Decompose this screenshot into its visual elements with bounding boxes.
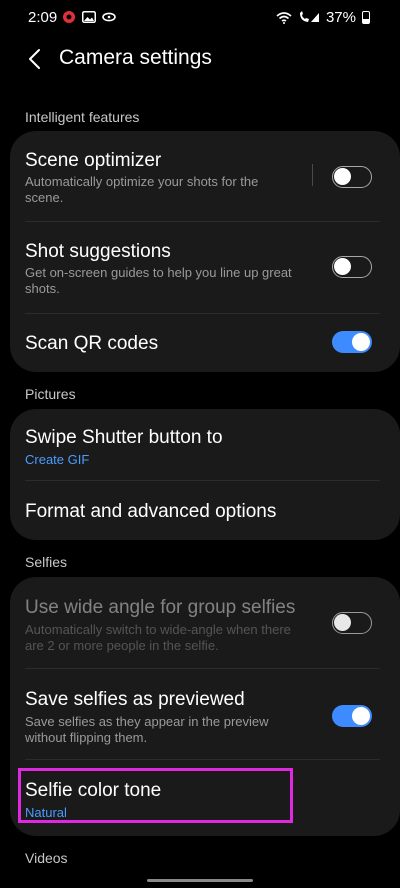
battery-percent: 37% [325, 9, 356, 26]
wifi-icon [276, 11, 292, 24]
shot-suggestions-toggle[interactable] [332, 256, 372, 278]
shot-suggestions-desc-1: Get on-screen guides to help you line up… [25, 265, 292, 280]
shot-suggestions-desc-2: shots. [25, 281, 60, 296]
save-previewed-row[interactable]: Save selfies as previewed Save selfies a… [10, 669, 400, 759]
save-previewed-title: Save selfies as previewed [25, 689, 245, 710]
status-bar: 2:09 37% [0, 0, 400, 34]
app-header: Camera settings [0, 40, 400, 78]
scene-optimizer-toggle[interactable] [332, 166, 372, 188]
home-indicator[interactable] [147, 879, 253, 882]
status-time: 2:09 [28, 9, 58, 26]
scene-optimizer-desc-2: scene. [25, 190, 64, 205]
page-title: Camera settings [59, 46, 212, 69]
scene-optimizer-row[interactable]: Scene optimizer Automatically optimize y… [10, 131, 400, 221]
swipe-shutter-title: Swipe Shutter button to [25, 427, 223, 448]
scene-optimizer-title: Scene optimizer [25, 150, 162, 171]
scan-qr-codes-toggle[interactable] [332, 331, 372, 353]
swipe-shutter-row[interactable]: Swipe Shutter button to Create GIF [10, 409, 400, 479]
shot-suggestions-title: Shot suggestions [25, 241, 171, 262]
scan-qr-codes-row[interactable]: Scan QR codes [10, 314, 400, 372]
sync-icon [102, 12, 116, 22]
pictures-card: Swipe Shutter button to Create GIF Forma… [10, 409, 400, 540]
save-previewed-desc-2: without flipping them. [25, 730, 148, 745]
wide-angle-toggle[interactable] [332, 612, 372, 634]
highlight-box [18, 768, 293, 823]
wide-angle-desc-2: are 2 or more people in the selfie. [25, 638, 219, 653]
image-icon [82, 11, 96, 23]
wide-angle-desc-1: Automatically switch to wide-angle when … [25, 622, 291, 637]
intelligent-features-card: Scene optimizer Automatically optimize y… [10, 131, 400, 372]
format-options-title: Format and advanced options [25, 501, 277, 522]
wide-angle-title: Use wide angle for group selfies [25, 597, 296, 618]
notification-app-icon [63, 11, 75, 23]
section-intelligent-features: Intelligent features [25, 109, 140, 125]
save-previewed-desc-1: Save selfies as they appear in the previ… [25, 714, 269, 729]
save-previewed-toggle[interactable] [332, 705, 372, 727]
wifi-calling-icon [299, 11, 319, 22]
scan-qr-codes-title: Scan QR codes [25, 333, 159, 354]
section-pictures: Pictures [25, 386, 76, 402]
scene-optimizer-desc-1: Automatically optimize your shots for th… [25, 174, 259, 189]
swipe-shutter-value: Create GIF [25, 452, 90, 467]
format-options-row[interactable]: Format and advanced options [10, 481, 400, 540]
toggle-separator [312, 164, 313, 186]
shot-suggestions-row[interactable]: Shot suggestions Get on-screen guides to… [10, 222, 400, 313]
section-videos: Videos [25, 850, 68, 866]
back-arrow-icon[interactable] [26, 48, 46, 70]
section-selfies: Selfies [25, 554, 68, 570]
battery-icon [362, 11, 370, 24]
